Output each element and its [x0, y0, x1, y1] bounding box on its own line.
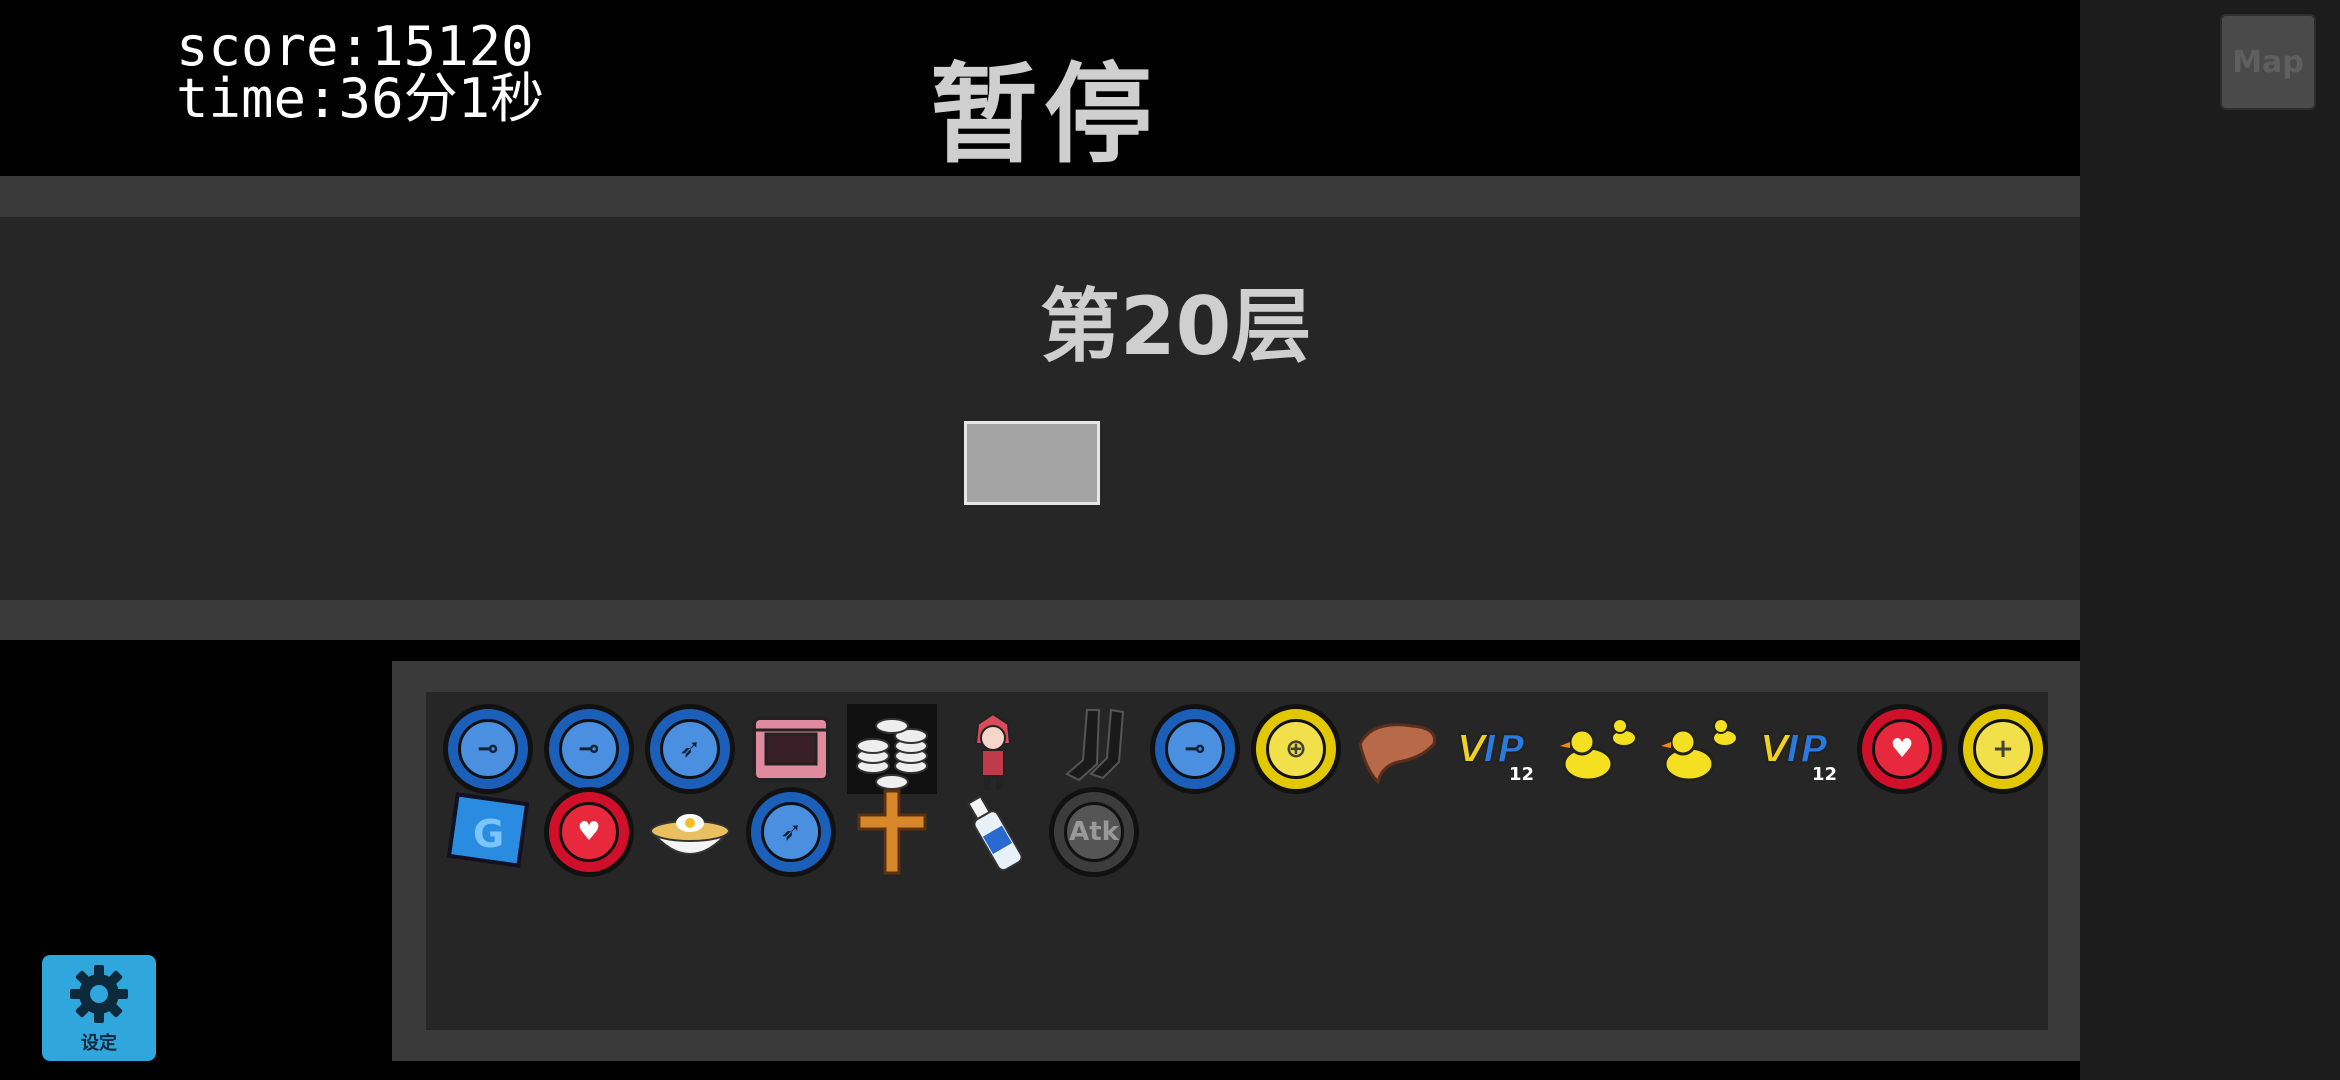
yellow-ducks-icon[interactable] [1551, 703, 1647, 795]
floor-preview[interactable] [964, 421, 1100, 505]
black-stockings-icon[interactable] [1046, 703, 1142, 795]
pause-title: 暂停 [930, 53, 1159, 178]
settings-label: 设定 [81, 1033, 117, 1054]
red-hood-girl-icon[interactable] [945, 703, 1041, 795]
vip12-badge-icon[interactable]: V IP 12 [1753, 703, 1849, 795]
blue-sword-coin-icon[interactable]: ⊸ [541, 703, 637, 795]
red-heart-coin-icon[interactable]: ♥ [541, 786, 637, 878]
water-bottle-icon[interactable] [945, 786, 1041, 878]
score-text: score:15120 [176, 15, 534, 78]
blue-g-card-icon[interactable]: G [440, 786, 536, 878]
time-text: time:36分1秒 [176, 67, 545, 130]
gear-icon [70, 965, 128, 1023]
blue-bow-coin-icon[interactable]: ➶ [743, 786, 839, 878]
side-panel [2080, 0, 2340, 1080]
blue-sword-coin-icon[interactable]: ⊸ [1147, 703, 1243, 795]
pink-treasure-chest-icon[interactable] [743, 703, 839, 795]
vip12-badge-icon[interactable]: V IP 12 [1450, 703, 1546, 795]
blue-bow-coin-icon[interactable]: ➶ [642, 703, 738, 795]
blue-sword-coin-icon[interactable]: ⊸ [440, 703, 536, 795]
liver-icon[interactable] [1349, 703, 1445, 795]
yellow-shield-coin-icon[interactable]: ⊕ [1248, 703, 1344, 795]
map-button[interactable]: Map [2220, 14, 2316, 110]
grey-atk-coin-icon[interactable]: Atk [1046, 786, 1142, 878]
svg-text:12: 12 [1509, 764, 1534, 785]
noodle-bowl-icon[interactable] [642, 786, 738, 878]
svg-text:G: G [473, 812, 504, 856]
coin-stacks-icon[interactable] [844, 703, 940, 795]
svg-text:12: 12 [1812, 764, 1837, 785]
yellow-ducks-icon[interactable] [1652, 703, 1748, 795]
floor-label: 第20层 [1040, 280, 1312, 373]
red-heart-coin-icon[interactable]: ♥ [1854, 703, 1950, 795]
yellow-plus-sword-coin-icon[interactable]: + [1955, 703, 2051, 795]
golden-cross-icon[interactable] [844, 786, 940, 878]
settings-button[interactable]: 设定 [42, 955, 156, 1061]
